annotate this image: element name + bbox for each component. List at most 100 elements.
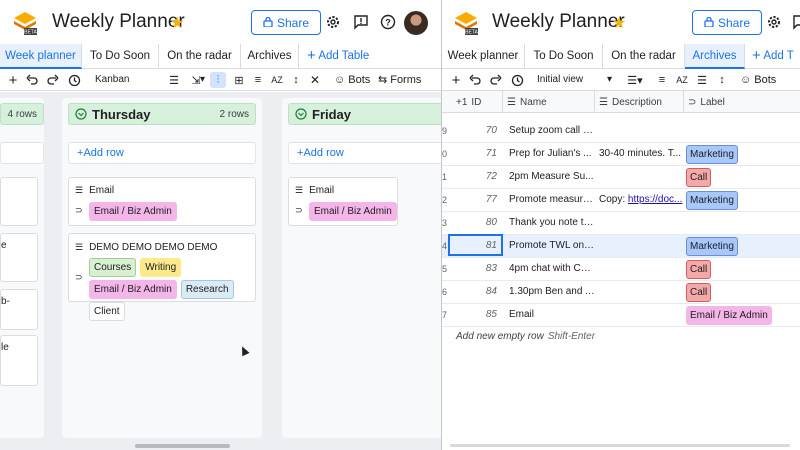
- cell-description[interactable]: [595, 304, 684, 326]
- redo-icon[interactable]: [45, 72, 61, 88]
- tab-archives[interactable]: Archives: [241, 44, 299, 69]
- table-row[interactable]: 1 72 2pm Measure Su... Call: [442, 166, 800, 189]
- filter-icon[interactable]: ≡: [250, 72, 266, 88]
- add-table-button[interactable]: + Add T: [752, 44, 794, 69]
- tab-week-planner[interactable]: Week planner: [0, 44, 82, 69]
- cell-description[interactable]: [595, 281, 684, 303]
- wrap-icon[interactable]: ⇲: [188, 72, 204, 88]
- cell-label[interactable]: Marketing: [684, 143, 800, 165]
- cell-description[interactable]: [595, 120, 684, 142]
- cell-description[interactable]: [595, 258, 684, 280]
- table-row[interactable]: 6 84 1.30pm Ben and A... Call: [442, 281, 800, 304]
- table-row[interactable]: 0 71 Prep for Julian's ... 30-40 minutes. T…: [442, 143, 800, 166]
- description-link[interactable]: https://doc...: [628, 194, 682, 205]
- tab-to-do-soon[interactable]: To Do Soon: [82, 44, 159, 69]
- cell-description[interactable]: 30-40 minutes. T...: [595, 143, 684, 165]
- cell-label[interactable]: Call: [684, 258, 800, 280]
- cell-name[interactable]: Prep for Julian's ...: [503, 143, 595, 165]
- gear-icon[interactable]: [765, 13, 783, 31]
- add-row-button[interactable]: [0, 142, 44, 164]
- cell-id[interactable]: 83: [452, 258, 503, 280]
- card[interactable]: [0, 177, 38, 226]
- sort-lines-icon[interactable]: ☰▾: [627, 72, 643, 88]
- table-row[interactable]: 3 80 Thank you note to...: [442, 212, 800, 235]
- cell-id[interactable]: 71: [452, 143, 503, 165]
- view-select[interactable]: Initial view ▾: [537, 71, 612, 89]
- tab-archives[interactable]: Archives: [685, 44, 745, 69]
- collapse-circle-icon[interactable]: [295, 108, 307, 120]
- card[interactable]: ☰ Email ⊃ Email / Biz Admin: [68, 177, 256, 226]
- table-row[interactable]: 2 77 Promote measure... Copy: https://doc..…: [442, 189, 800, 212]
- filter-icon[interactable]: ≡: [654, 72, 670, 88]
- forms-button[interactable]: ⇆ Forms: [378, 72, 421, 88]
- cell-id[interactable]: 84: [452, 281, 503, 303]
- add-icon[interactable]: +: [5, 72, 21, 89]
- tab-on-the-radar[interactable]: On the radar: [603, 44, 685, 69]
- card[interactable]: ☰ Email ⊃ Email / Biz Admin: [288, 177, 398, 226]
- cell-id[interactable]: 70: [452, 120, 503, 142]
- table-row[interactable]: 4 81 Promote TWL on ... Marketing: [442, 235, 800, 258]
- cell-label[interactable]: Marketing: [684, 235, 800, 257]
- cell-id[interactable]: 72: [452, 166, 503, 188]
- bots-button[interactable]: ☺ Bots: [740, 72, 776, 88]
- cell-name[interactable]: 2pm Measure Su...: [503, 166, 595, 188]
- sort-az-icon[interactable]: AZ: [269, 72, 285, 88]
- cell-label[interactable]: [684, 212, 800, 234]
- cell-name[interactable]: 1.30pm Ben and A...: [503, 281, 595, 303]
- sort-az-icon[interactable]: AZ: [674, 72, 690, 88]
- cell-name[interactable]: Email: [503, 304, 595, 326]
- card[interactable]: b-: [0, 289, 38, 330]
- history-icon[interactable]: [509, 72, 525, 88]
- feedback-icon[interactable]: [352, 13, 370, 31]
- add-table-button[interactable]: + Add Table: [307, 44, 369, 69]
- column-header-id[interactable]: +1 ID: [442, 91, 503, 113]
- horizontal-scrollbar[interactable]: [135, 444, 230, 448]
- bots-button[interactable]: ☺ Bots: [334, 72, 370, 88]
- share-button[interactable]: Share: [251, 10, 321, 35]
- cell-label[interactable]: Email / Biz Admin: [684, 304, 800, 326]
- history-icon[interactable]: [66, 72, 82, 88]
- user-avatar[interactable]: [404, 11, 428, 35]
- cell-id[interactable]: 81: [452, 235, 503, 257]
- cell-label[interactable]: [684, 120, 800, 142]
- grist-logo-icon[interactable]: BETA: [453, 10, 479, 36]
- add-row-button[interactable]: +Add row: [68, 142, 256, 164]
- table-row[interactable]: 9 70 Setup zoom call w...: [442, 120, 800, 143]
- tab-to-do-soon[interactable]: To Do Soon: [525, 44, 603, 69]
- star-icon[interactable]: ★: [612, 13, 626, 33]
- layout-icon[interactable]: ⊞: [231, 72, 247, 88]
- tab-on-the-radar[interactable]: On the radar: [159, 44, 241, 69]
- card[interactable]: e: [0, 233, 38, 282]
- undo-icon[interactable]: [467, 72, 483, 88]
- row-height-icon[interactable]: ↕: [288, 72, 304, 88]
- cell-id[interactable]: 80: [452, 212, 503, 234]
- cell-description[interactable]: [595, 166, 684, 188]
- cell-description[interactable]: [595, 212, 684, 234]
- cell-label[interactable]: Call: [684, 281, 800, 303]
- add-icon[interactable]: +: [448, 72, 464, 89]
- horizontal-scrollbar[interactable]: [450, 444, 790, 447]
- row-height-icon[interactable]: ↕: [714, 72, 730, 88]
- column-header-name[interactable]: ☰ Name: [503, 91, 595, 113]
- sort-lines-icon[interactable]: ☰: [166, 72, 182, 88]
- star-icon[interactable]: ★: [170, 13, 184, 33]
- cell-description[interactable]: Copy: https://doc...: [595, 189, 684, 211]
- undo-icon[interactable]: [24, 72, 40, 88]
- cell-name[interactable]: 4pm chat with Car...: [503, 258, 595, 280]
- gear-icon[interactable]: [324, 13, 342, 31]
- card[interactable]: ☰ DEMO DEMO DEMO DEMO ⊃ Courses Writing …: [68, 233, 256, 321]
- add-row-button[interactable]: +Add row: [288, 142, 441, 164]
- card[interactable]: le: [0, 335, 38, 386]
- feedback-icon[interactable]: [791, 13, 800, 31]
- cell-label[interactable]: Call: [684, 166, 800, 188]
- cell-name[interactable]: Promote measure...: [503, 189, 595, 211]
- cell-name[interactable]: Thank you note to...: [503, 212, 595, 234]
- cell-name[interactable]: Promote TWL on ...: [503, 235, 595, 257]
- collapse-circle-icon[interactable]: [75, 108, 87, 120]
- cell-id[interactable]: 77: [452, 189, 503, 211]
- filter-sliders-icon[interactable]: ⫶: [210, 72, 226, 88]
- share-button[interactable]: Share: [692, 10, 762, 35]
- cell-description[interactable]: [595, 235, 684, 257]
- cell-name[interactable]: Setup zoom call w...: [503, 120, 595, 142]
- table-row[interactable]: 5 83 4pm chat with Car... Call: [442, 258, 800, 281]
